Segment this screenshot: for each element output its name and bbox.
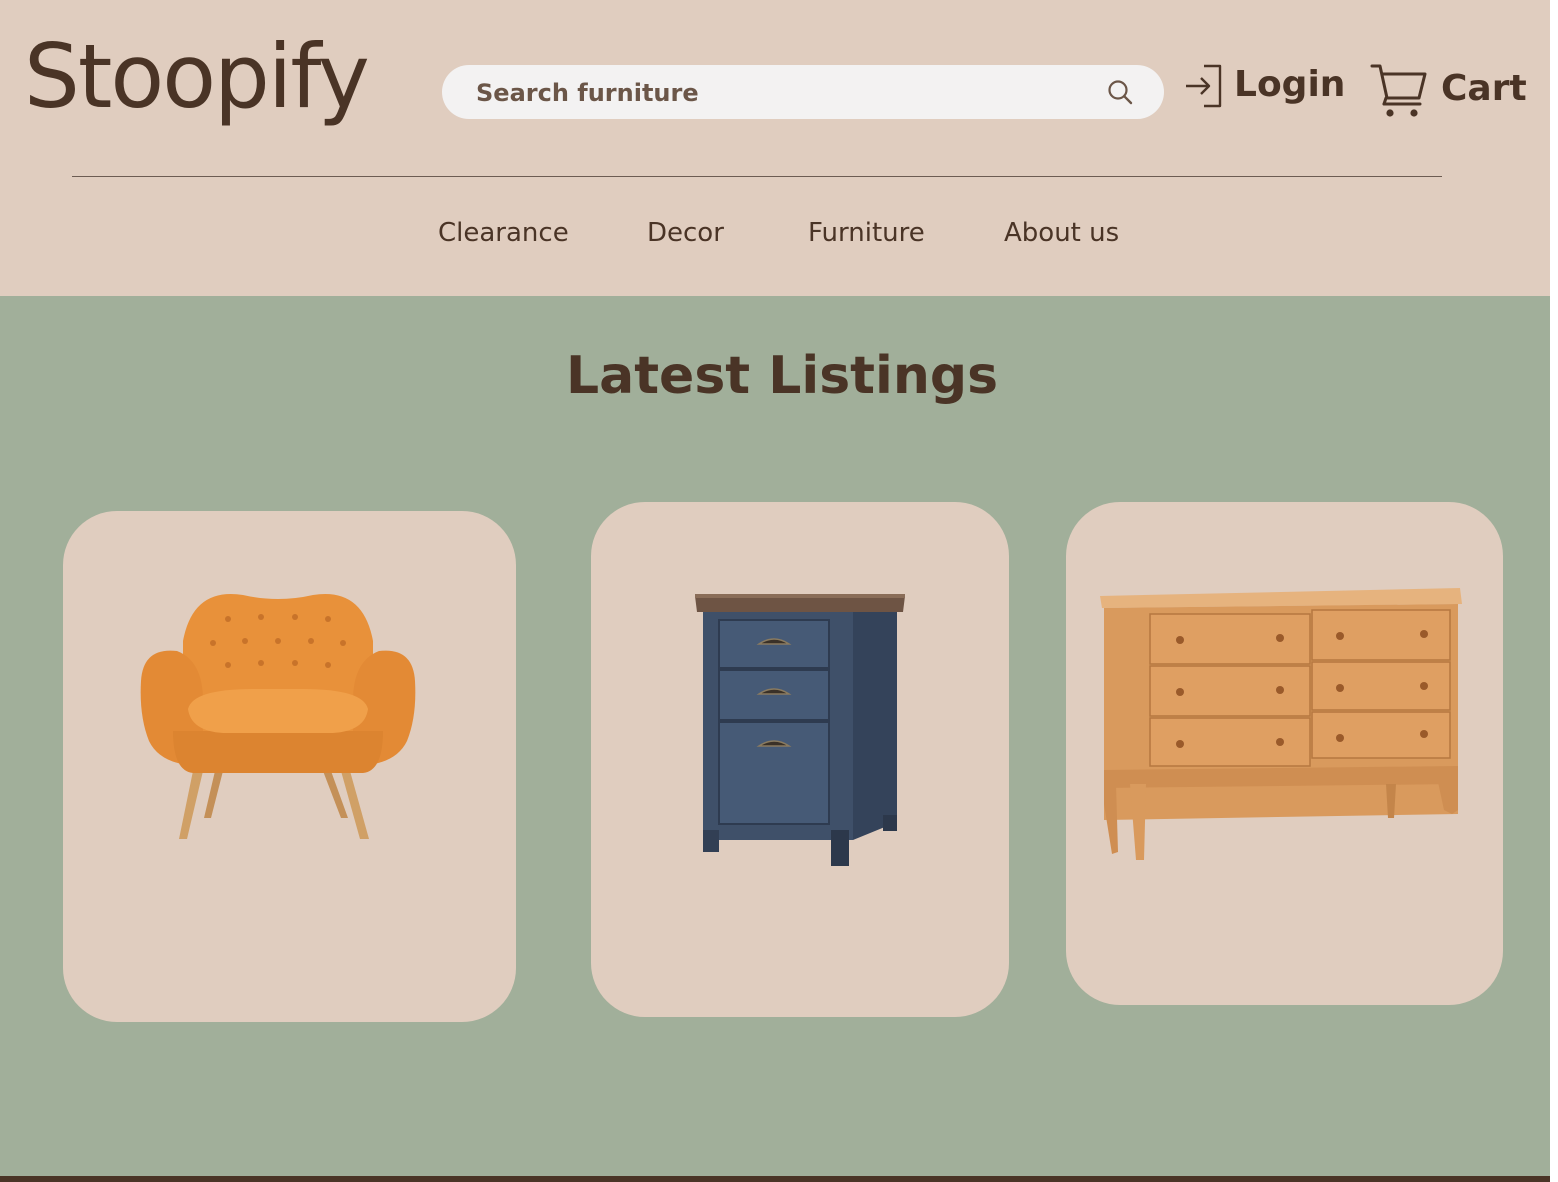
listing-card-dresser[interactable] xyxy=(1066,502,1503,1005)
section-title: Latest Listings xyxy=(565,346,999,406)
footer-bar xyxy=(0,1176,1550,1182)
nav-item-furniture[interactable]: Furniture xyxy=(808,218,925,248)
listing-card-cabinet[interactable] xyxy=(591,502,1009,1017)
cart-link[interactable]: Cart xyxy=(1441,68,1527,109)
login-arrow-icon[interactable] xyxy=(1184,63,1224,109)
armchair-image xyxy=(140,593,416,839)
nav-item-clearance[interactable]: Clearance xyxy=(438,218,569,248)
nav-item-decor[interactable]: Decor xyxy=(647,218,724,248)
shopping-cart-icon[interactable] xyxy=(1370,62,1428,118)
header-divider xyxy=(72,176,1442,177)
search-input[interactable] xyxy=(474,65,1078,121)
cabinet-image xyxy=(695,594,905,866)
search-icon[interactable] xyxy=(1106,78,1134,106)
login-link[interactable]: Login xyxy=(1234,64,1345,105)
listing-card-armchair[interactable] xyxy=(63,511,516,1022)
dresser-image xyxy=(1100,588,1462,860)
page-edge xyxy=(1550,0,1558,1182)
search-bar[interactable] xyxy=(442,65,1164,121)
site-logo[interactable]: Stoopify xyxy=(24,26,370,127)
nav-item-about-us[interactable]: About us xyxy=(1004,218,1119,248)
